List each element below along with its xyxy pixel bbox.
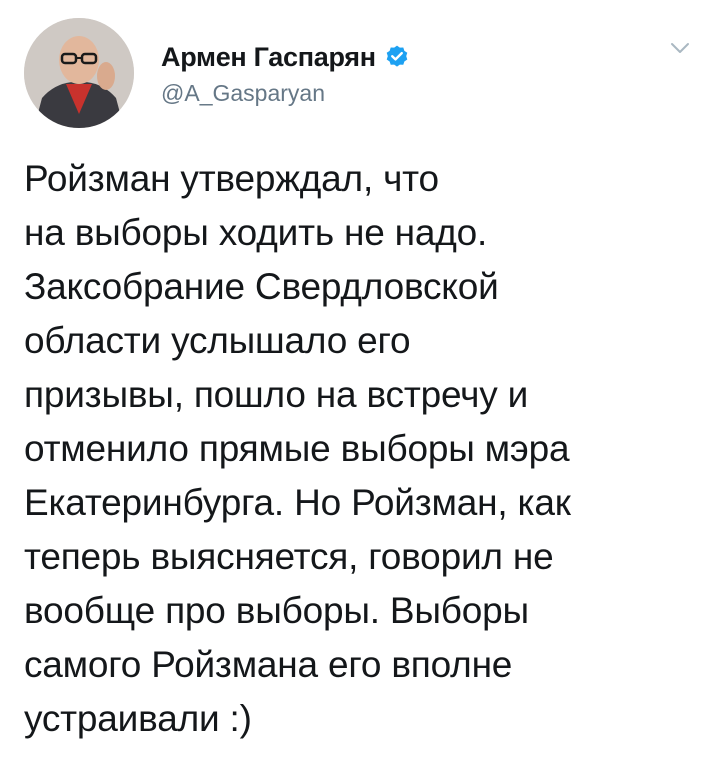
- tweet-text: Ройзман утверждал, что на выборы ходить …: [24, 158, 571, 739]
- chevron-down-icon[interactable]: [668, 36, 692, 60]
- profile-photo-icon: [24, 18, 134, 128]
- avatar[interactable]: [24, 18, 134, 128]
- tweet-card: Армен Гаспарян @A_Gasparyan Ройзман утве…: [0, 0, 720, 781]
- author-handle[interactable]: @A_Gasparyan: [161, 80, 325, 107]
- author-name-row[interactable]: Армен Гаспарян: [161, 40, 410, 74]
- author-display-name[interactable]: Армен Гаспарян: [161, 42, 376, 73]
- verified-badge-icon: [384, 44, 410, 70]
- tweet-header: Армен Гаспарян @A_Gasparyan: [20, 18, 700, 128]
